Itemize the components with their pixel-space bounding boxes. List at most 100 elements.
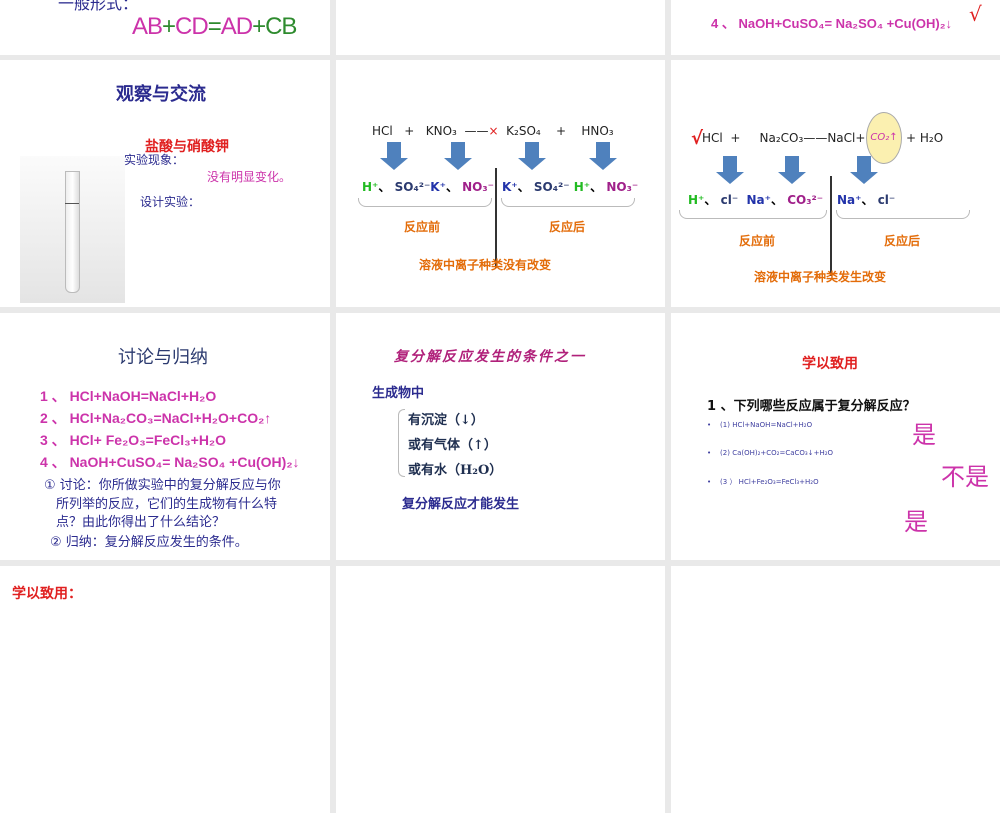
equation-3: 3 、 HCl+ Fe₂O₃=FeCl₃+H₂O — [40, 432, 227, 448]
down-arrow-icon — [850, 156, 878, 184]
ions-before: H⁺、 cl⁻ Na⁺、 CO₃²⁻ — [688, 191, 823, 208]
ion: Na⁺ — [837, 193, 862, 207]
separator: 、 — [445, 180, 458, 194]
slide-title: 观察与交流 — [116, 84, 206, 105]
ion: SO₄²⁻ — [533, 180, 570, 194]
phenomenon-label: 实验现象： — [124, 153, 185, 167]
divider-line — [495, 168, 497, 268]
condition-item: 有沉淀（↓） — [408, 413, 484, 428]
slide-title: 学以致用 — [802, 356, 858, 372]
reactant: HCl — [372, 124, 393, 138]
ion: cl⁻ — [720, 193, 739, 207]
ion: CO₃²⁻ — [787, 193, 824, 207]
test-tube-photo — [20, 156, 125, 303]
slide-thumbnail-4[interactable]: 观察与交流 盐酸与硝酸钾 实验现象： 没有明显变化。 设计实验： — [0, 60, 330, 307]
formula-part: + — [162, 13, 176, 40]
conclusion: 溶液中离子种类发生改变 — [754, 270, 887, 284]
brace-after — [836, 210, 970, 219]
slide-thumbnail-6[interactable]: √ HCl + Na₂CO₃——NaCl+ CO₂↑ + H₂O H⁺、 cl⁻… — [671, 60, 1000, 307]
partial-text: 一般形式： — [58, 0, 139, 13]
ion: H⁺ — [573, 180, 591, 194]
check-mark: √ — [969, 2, 982, 26]
separator: 、 — [590, 180, 603, 194]
formula-part: = — [207, 13, 222, 40]
down-arrow-icon — [380, 142, 408, 170]
ions-after: K⁺、 SO₄²⁻ H⁺、 NO₃⁻ — [502, 178, 638, 195]
before-label: 反应前 — [404, 220, 441, 234]
answer: 是 — [912, 421, 936, 449]
bullet: • — [707, 478, 712, 486]
phenomenon-text: 没有明显变化。 — [207, 170, 292, 184]
ion: SO₄²⁻ — [394, 180, 431, 194]
equation-4: 4 、 NaOH+CuSO₄= Na₂SO₄ +Cu(OH)₂↓ — [40, 454, 300, 470]
slide-thumbnail-8[interactable]: 复分解反应发生的条件之一 生成物中 有沉淀（↓） 或有气体（↑） 或有水（H₂O… — [336, 313, 665, 560]
product: NaCl+ — [827, 131, 866, 145]
option-item: • (1) HCl+NaOH=NaCl+H₂O — [707, 421, 812, 429]
slide-thumbnail-3[interactable]: 4 、 NaOH+CuSO₄= Na₂SO₄ +Cu(OH)₂↓ √ — [671, 0, 1000, 55]
formula-part: + — [252, 13, 266, 40]
reaction-equation: HCl + Na₂CO₃——NaCl+ — [702, 131, 865, 145]
formula-part: CB — [265, 13, 297, 40]
ion: cl⁻ — [877, 193, 896, 207]
ion: NO₃⁻ — [462, 180, 494, 194]
slide-thumbnail-2[interactable] — [336, 0, 665, 55]
bullet: • — [707, 421, 712, 429]
formula-part: AB — [132, 13, 163, 40]
design-experiment-label: 设计实验： — [140, 195, 201, 209]
discussion-line: 点？由此你得出了什么结论？ — [56, 515, 226, 530]
equation-4: 4 、 NaOH+CuSO₄= Na₂SO₄ +Cu(OH)₂↓ — [711, 16, 953, 31]
down-arrow-icon — [518, 142, 546, 170]
slide-thumbnail-7[interactable]: 讨论与归纳 1 、 HCl+NaOH=NaCl+H₂O 2 、 HCl+Na₂C… — [0, 313, 330, 560]
slide-thumbnail-12[interactable] — [671, 566, 1000, 813]
slide-thumbnail-5[interactable]: HCl + KNO₃ ——× K₂SO₄ + HNO₃ H⁺、 SO₄²⁻K⁺、… — [336, 60, 665, 307]
separator: 、 — [517, 180, 530, 194]
general-formula: AB+CD=AD+CB — [132, 13, 297, 41]
ion: Na⁺ — [746, 193, 771, 207]
brace-before — [679, 210, 827, 219]
reactant: Na₂CO₃ — [759, 131, 804, 145]
formula-part: CD — [175, 13, 209, 40]
option-text: (1) HCl+NaOH=NaCl+H₂O — [720, 421, 813, 429]
separator: 、 — [861, 193, 874, 207]
answer: 是 — [904, 508, 928, 536]
bullet: • — [707, 449, 712, 457]
slide-thumbnail-10[interactable]: 学以致用： — [0, 566, 330, 813]
discussion-line: ① 讨论：你所做实验中的复分解反应与你 — [44, 478, 281, 493]
question: 1 、下列哪些反应属于复分解反应？ — [707, 399, 916, 414]
product: + H₂O — [906, 131, 944, 145]
slide-thumbnail-9[interactable]: 学以致用 1 、下列哪些反应属于复分解反应？ • (1) HCl+NaOH=Na… — [671, 313, 1000, 560]
separator: 、 — [771, 193, 784, 207]
slide-thumbnail-11[interactable] — [336, 566, 665, 813]
condition-item: 或有水（H₂O） — [408, 463, 503, 478]
separator: 、 — [378, 180, 391, 194]
down-arrow-icon — [589, 142, 617, 170]
plus: + — [730, 131, 741, 145]
ion: H⁺ — [362, 180, 379, 194]
ion: NO₃⁻ — [606, 180, 639, 194]
discussion-line: 所列举的反应，它们的生成物有什么特 — [56, 497, 278, 512]
reaction-arrow: —— — [464, 124, 489, 138]
reactant: HCl — [702, 131, 723, 145]
conclusion: 复分解反应才能发生 — [402, 497, 520, 512]
slide-title: 复分解反应发生的条件之一 — [394, 349, 586, 365]
equation-1: 1 、 HCl+NaOH=NaCl+H₂O — [40, 388, 217, 404]
product: K₂SO₄ — [506, 124, 541, 138]
co2-bubble: CO₂↑ — [866, 112, 902, 164]
reactant: KNO₃ — [425, 124, 457, 138]
ion: H⁺ — [688, 193, 705, 207]
slide-thumbnail-1[interactable]: 一般形式： AB+CD=AD+CB — [0, 0, 330, 55]
slide-title: 讨论与归纳 — [118, 347, 208, 368]
formula-part: AD — [220, 13, 253, 40]
answer: 不是 — [941, 463, 989, 491]
down-arrow-icon — [778, 156, 806, 184]
equation-2: 2 、 HCl+Na₂CO₃=NaCl+H₂O+CO₂↑ — [40, 410, 272, 426]
reaction-equation: HCl + KNO₃ ——× K₂SO₄ + HNO₃ — [372, 124, 614, 138]
lead-text: 生成物中 — [372, 386, 425, 401]
ion: K⁺ — [430, 180, 446, 194]
condition-item: 或有气体（↑） — [408, 438, 497, 453]
reaction-arrow: —— — [803, 131, 828, 145]
before-label: 反应前 — [739, 234, 776, 248]
slide-title: 学以致用： — [12, 586, 82, 602]
no-reaction-cross: × — [488, 124, 499, 138]
separator: 、 — [704, 193, 717, 207]
